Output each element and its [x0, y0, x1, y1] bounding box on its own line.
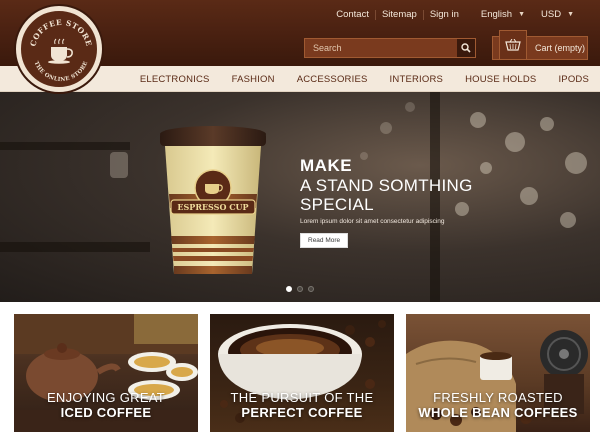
search-input[interactable]	[305, 39, 457, 57]
bg-shelf	[0, 142, 130, 150]
coffee-cup-icon	[48, 38, 73, 64]
bg-bokeh	[480, 162, 492, 174]
card-title: ENJOYING GREAT ICED COFFEE	[46, 390, 166, 420]
bg-bokeh	[540, 117, 554, 131]
bg-bokeh	[565, 152, 587, 174]
chevron-down-icon: ▼	[518, 11, 525, 18]
currency-value: USD	[541, 9, 562, 20]
promo-card-whole-bean[interactable]: FRESHLY ROASTED WHOLE BEAN COFFEES	[406, 314, 590, 432]
card-title: FRESHLY ROASTED WHOLE BEAN COFFEES	[418, 390, 578, 420]
nav-item-interiors[interactable]: INTERIORS	[379, 74, 455, 85]
search-button[interactable]	[457, 39, 475, 57]
store-logo[interactable]: COFFEE STORE THE ONLINE STORE	[14, 4, 104, 94]
svg-text:THE ONLINE STORE: THE ONLINE STORE	[33, 61, 90, 84]
promo-card-iced-coffee[interactable]: ENJOYING GREAT ICED COFFEE	[14, 314, 198, 432]
language-value: English	[480, 9, 513, 20]
espresso-cup-image: ESPRESSO CUP	[160, 126, 266, 274]
nav-item-fashion[interactable]: FASHION	[221, 74, 286, 85]
bg-bokeh	[470, 112, 486, 128]
contact-link[interactable]: Contact	[330, 9, 375, 20]
hero-subheadline-line2: SPECIAL	[300, 195, 374, 214]
read-more-button[interactable]: Read More	[300, 233, 349, 248]
svg-text:COFFEE STORE: COFFEE STORE	[28, 18, 93, 48]
logo-ring-text: COFFEE STORE THE ONLINE STORE	[28, 18, 93, 84]
search-bar	[304, 38, 476, 58]
sign-in-link[interactable]: Sign in	[424, 9, 465, 20]
bg-bokeh	[560, 212, 576, 228]
slide-dot-3[interactable]	[308, 286, 314, 292]
hero-headline: MAKE	[300, 156, 353, 175]
cart-label: Cart (empty)	[535, 43, 586, 53]
logo-badge: COFFEE STORE THE ONLINE STORE	[19, 9, 99, 89]
language-select[interactable]: English ▼	[473, 9, 533, 20]
sitemap-link[interactable]: Sitemap	[376, 9, 423, 20]
nav-item-accessories[interactable]: ACCESSORIES	[286, 74, 379, 85]
hero-slider: ESPRESSO CUP MAKE A STAND SOMTHING SPECI…	[0, 92, 600, 302]
promo-cards: ENJOYING GREAT ICED COFFEE THE PURSUIT O…	[14, 314, 590, 432]
promo-card-perfect-coffee[interactable]: THE PURSUIT OF THE PERFECT COFFEE	[210, 314, 394, 432]
hero-subheadline-line1: A STAND SOMTHING	[300, 176, 473, 195]
basket-icon	[499, 30, 527, 60]
slide-dot-1[interactable]	[286, 286, 292, 292]
bg-shelf	[0, 242, 150, 252]
bg-bokeh	[380, 122, 392, 134]
hero-description: Lorem ipsum dolor sit amet consectetur a…	[300, 218, 445, 225]
card-title: THE PURSUIT OF THE PERFECT COFFEE	[230, 390, 374, 420]
nav-item-ipods[interactable]: IPODS	[547, 74, 600, 85]
top-links: Contact Sitemap Sign in English ▼ USD ▼	[330, 9, 582, 20]
nav-item-house-holds[interactable]: HOUSE HOLDS	[454, 74, 547, 85]
slider-pagination	[286, 286, 314, 292]
currency-select[interactable]: USD ▼	[533, 9, 582, 20]
bg-bokeh	[505, 132, 525, 152]
bg-bokeh	[520, 187, 538, 205]
main-nav: ELECTRONICS FASHION ACCESSORIES INTERIOR…	[129, 66, 600, 92]
chevron-down-icon: ▼	[567, 11, 574, 18]
search-icon	[461, 43, 471, 53]
svg-text:ESPRESSO CUP: ESPRESSO CUP	[177, 202, 248, 212]
bg-jar	[110, 152, 128, 178]
slide-dot-2[interactable]	[297, 286, 303, 292]
nav-item-electronics[interactable]: ELECTRONICS	[129, 74, 221, 85]
hero-caption: MAKE A STAND SOMTHING SPECIAL Lorem ipsu…	[300, 156, 473, 248]
bg-bokeh	[405, 102, 415, 112]
cart-button[interactable]: Cart (empty)	[492, 30, 588, 60]
